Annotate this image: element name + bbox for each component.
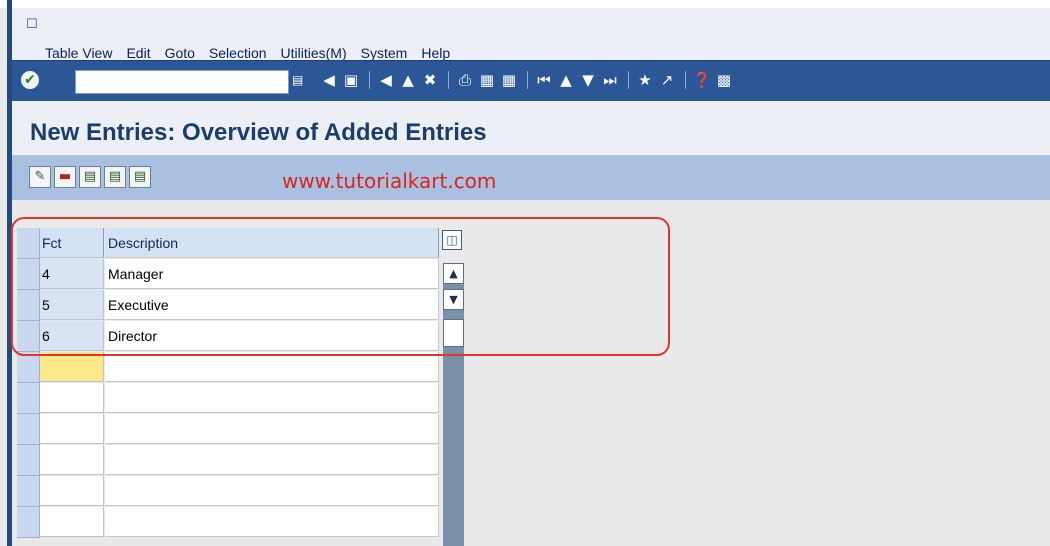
help-icon[interactable]: ❓ — [692, 70, 712, 90]
watermark-text: www.tutorialkart.com — [282, 169, 497, 193]
row-selector[interactable] — [17, 476, 40, 507]
description-input-cell[interactable] — [105, 507, 439, 537]
toolbar-separator — [369, 71, 370, 89]
table-row — [17, 414, 469, 445]
content-area: Fct Description ◫ 4 Manager 5 Executive … — [11, 200, 1050, 546]
menu-utilities[interactable]: Utilities(M) — [281, 45, 347, 61]
find-icon[interactable]: ▦ — [477, 70, 497, 90]
first-page-icon[interactable]: ⏮ — [534, 70, 554, 90]
enter-icon[interactable]: ✔ — [21, 71, 39, 89]
toolbar-separator — [448, 71, 449, 89]
highlight-annotation — [11, 217, 670, 356]
system-menu-icon[interactable]: ☐ — [26, 18, 42, 32]
next-page-icon[interactable]: ▼ — [578, 70, 598, 90]
row-selector[interactable] — [17, 352, 40, 383]
system-toolbar: ✔ ▤ ◀ ▣ ◀ ▲ ✖ ⎙ ▦ ▦ ⏮ ▲ ▼ ⏭ ★ ↗ ❓ ▩ — [12, 60, 1050, 102]
table-row — [17, 352, 469, 383]
table-row — [17, 507, 469, 538]
menu-system[interactable]: System — [361, 45, 408, 61]
exit-icon[interactable]: ▲ — [398, 70, 418, 90]
description-input-cell[interactable] — [105, 383, 439, 413]
toolbar-separator — [628, 71, 629, 89]
page-title: New Entries: Overview of Added Entries — [30, 119, 487, 146]
row-selector[interactable] — [17, 507, 40, 538]
menu-items: Table View Edit Goto Selection Utilities… — [45, 45, 450, 61]
back-arrow-icon[interactable]: ◀ — [376, 70, 396, 90]
deselect-all-icon[interactable]: ▤ — [129, 166, 151, 188]
description-input-cell[interactable] — [105, 476, 439, 506]
fct-input-cell[interactable] — [40, 507, 104, 537]
customize-layout-icon[interactable]: ▩ — [714, 70, 734, 90]
new-session-icon[interactable]: ★ — [635, 70, 655, 90]
shortcut-icon[interactable]: ↗ — [657, 70, 677, 90]
fct-input-cell[interactable] — [40, 445, 104, 475]
row-selector[interactable] — [17, 414, 40, 445]
cancel-icon[interactable]: ✖ — [420, 70, 440, 90]
last-page-icon[interactable]: ⏭ — [600, 70, 620, 90]
description-input-cell[interactable] — [105, 414, 439, 444]
table-row — [17, 476, 469, 507]
toolbar-separator — [685, 71, 686, 89]
change-display-icon[interactable]: ✎ — [29, 166, 51, 188]
toolbar-icons: ◀ ▣ ◀ ▲ ✖ ⎙ ▦ ▦ ⏮ ▲ ▼ ⏭ ★ ↗ ❓ ▩ — [319, 70, 736, 90]
toolbar-separator — [527, 71, 528, 89]
menu-goto[interactable]: Goto — [165, 45, 195, 61]
select-all-icon[interactable]: ▤ — [79, 166, 101, 188]
table-row — [17, 383, 469, 414]
command-field[interactable] — [75, 70, 289, 94]
fct-input-cell[interactable] — [40, 476, 104, 506]
title-bar: New Entries: Overview of Added Entries — [12, 101, 1050, 155]
fct-input-cell[interactable] — [40, 414, 104, 444]
print-icon[interactable]: ⎙ — [455, 70, 475, 90]
delete-icon[interactable]: ▬ — [54, 166, 76, 188]
description-input-cell[interactable] — [105, 352, 439, 382]
fct-input-cell[interactable] — [40, 352, 104, 382]
menu-edit[interactable]: Edit — [126, 45, 150, 61]
save-icon[interactable]: ▣ — [341, 70, 361, 90]
back-icon[interactable]: ◀ — [319, 70, 339, 90]
menu-table-view[interactable]: Table View — [45, 45, 112, 61]
window-top-strip — [0, 0, 1050, 8]
row-selector[interactable] — [17, 383, 40, 414]
select-block-icon[interactable]: ▤ — [104, 166, 126, 188]
command-history-icon[interactable]: ▤ — [292, 71, 306, 89]
app-toolbar-icons: ✎ ▬ ▤ ▤ ▤ — [29, 166, 151, 188]
application-toolbar: ✎ ▬ ▤ ▤ ▤ www.tutorialkart.com — [12, 155, 1050, 200]
description-input-cell[interactable] — [105, 445, 439, 475]
menu-selection[interactable]: Selection — [209, 45, 267, 61]
menu-help[interactable]: Help — [421, 45, 450, 61]
row-selector[interactable] — [17, 445, 40, 476]
menu-bar: ☐ Table View Edit Goto Selection Utiliti… — [12, 8, 1050, 61]
fct-input-cell[interactable] — [40, 383, 104, 413]
find-next-icon[interactable]: ▦ — [499, 70, 519, 90]
table-row — [17, 445, 469, 476]
previous-page-icon[interactable]: ▲ — [556, 70, 576, 90]
